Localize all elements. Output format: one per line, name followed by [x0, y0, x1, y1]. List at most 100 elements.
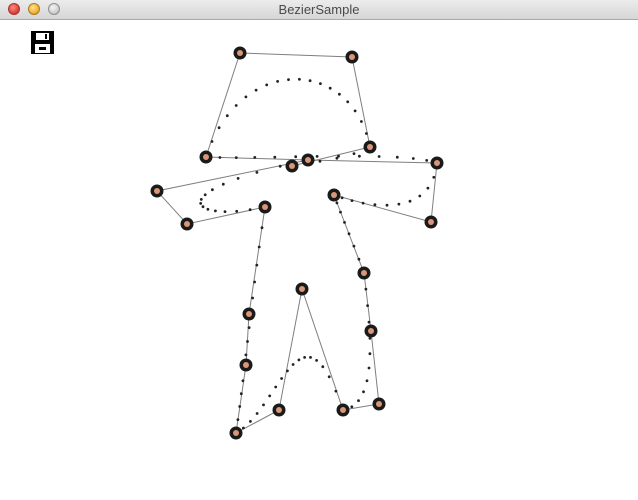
curve-sample-dot [303, 356, 306, 359]
curve-sample-dot [248, 208, 252, 212]
curve-sample-dot [358, 154, 361, 158]
bezier-canvas[interactable] [0, 20, 638, 500]
curve-sample-dot [223, 210, 227, 214]
curve-sample-dot [353, 109, 357, 113]
curve-sample-dot [335, 201, 339, 205]
control-point-handle-center [237, 50, 243, 56]
control-point-handle-center [340, 407, 346, 413]
curve-sample-dot [249, 420, 252, 423]
curve-sample-dot [218, 156, 222, 159]
curve-sample-dot [364, 287, 368, 291]
curve-sample-dot [385, 203, 389, 207]
curve-sample-dot [361, 201, 365, 205]
curve-sample-dot [234, 156, 238, 160]
curve-sample-dot [328, 86, 332, 90]
curve-sample-dot [309, 356, 312, 359]
curve-sample-dot [350, 405, 354, 409]
title-bar: BezierSample [0, 0, 638, 20]
curve-sample-dot [217, 126, 221, 130]
curve-sample-dot [260, 226, 264, 230]
control-point-handles[interactable] [150, 46, 444, 440]
control-point-handle-center [154, 188, 160, 194]
curve-sample-dot [367, 366, 371, 370]
curve-sample-dot [206, 207, 210, 211]
curve-sample-dot [214, 209, 217, 213]
curve-sample-dot [244, 95, 248, 99]
curve-sample-dot [225, 114, 229, 118]
control-point-handle-center [331, 192, 337, 198]
curve-sample-dot [276, 80, 279, 83]
curve-sample-dot [321, 365, 325, 369]
curve-sample-dot [352, 244, 356, 248]
curve-sample-dot [235, 209, 239, 213]
curve-sample-dot [365, 379, 369, 383]
curve-sample-dot [236, 418, 240, 421]
curve-sample-dot [273, 155, 277, 159]
curve-sample-dot [346, 100, 350, 104]
curve-sample-dot [257, 245, 261, 249]
curve-sample-dot [339, 210, 342, 214]
curve-sample-dot [238, 405, 242, 408]
control-point-handle-center [376, 401, 382, 407]
curve-sample-dot [244, 353, 248, 357]
curve-sample-dot [338, 92, 341, 96]
curve-sample-dot [199, 202, 203, 205]
curve-sample-dot [343, 221, 346, 224]
curve-sample-dot [397, 202, 401, 206]
curve-sample-dot [432, 175, 436, 179]
control-point-handle-center [367, 144, 373, 150]
curve-sample-dot [278, 164, 282, 168]
curve-sample-dot [255, 263, 259, 267]
curve-sample-dot [203, 193, 207, 197]
control-point-handle-center [233, 430, 239, 436]
curve-sample-dot [298, 77, 301, 81]
curve-sample-dot [315, 359, 318, 362]
curve-sample-dot [253, 156, 257, 159]
curve-sample-dot [334, 389, 338, 393]
bezier-curve-dots [199, 77, 436, 430]
curve-sample-dot [211, 188, 214, 192]
curve-sample-dot [253, 280, 256, 284]
curve-sample-dot [368, 352, 372, 356]
curve-sample-dot [367, 320, 371, 324]
control-point-handle-center [184, 221, 190, 227]
curve-sample-dot [319, 82, 322, 85]
curve-sample-dot [242, 426, 245, 430]
control-point-handle-center [428, 219, 434, 225]
curve-sample-dot [287, 78, 290, 81]
curve-sample-dot [199, 198, 203, 201]
curve-sample-dot [418, 194, 422, 198]
control-point-handle-center [246, 311, 252, 317]
curve-sample-dot [347, 232, 351, 236]
control-point-handle-center [276, 407, 282, 413]
curve-sample-dot [247, 326, 251, 329]
curve-sample-dot [294, 155, 298, 159]
control-point-handle-center [299, 286, 305, 292]
curve-sample-dot [308, 79, 312, 83]
curve-sample-dot [425, 159, 429, 162]
curve-sample-dot [340, 196, 344, 200]
curve-sample-dot [315, 155, 319, 158]
control-polygon [156, 52, 438, 434]
curve-sample-dot [268, 394, 272, 398]
curve-sample-dot [255, 412, 259, 415]
curve-sample-dot [337, 154, 340, 158]
curve-sample-dot [246, 340, 249, 343]
curve-sample-dot [265, 83, 269, 87]
control-point-handle-center [368, 328, 374, 334]
control-point-handle-center [262, 204, 268, 210]
control-point-handle-center [349, 54, 355, 60]
control-point-handle-center [305, 157, 311, 163]
curve-sample-dot [377, 155, 381, 158]
curve-sample-dot [262, 403, 265, 407]
curve-sample-dot [352, 152, 356, 156]
curve-sample-dot [366, 304, 369, 307]
curve-sample-dot [234, 104, 238, 107]
curve-sample-dot [357, 257, 361, 261]
window-title: BezierSample [278, 2, 360, 17]
curve-sample-dot [327, 375, 331, 379]
curve-sample-dot [357, 399, 360, 402]
control-point-handle-center [243, 362, 249, 368]
curve-sample-dot [360, 120, 363, 123]
control-point-handle-center [434, 160, 440, 166]
